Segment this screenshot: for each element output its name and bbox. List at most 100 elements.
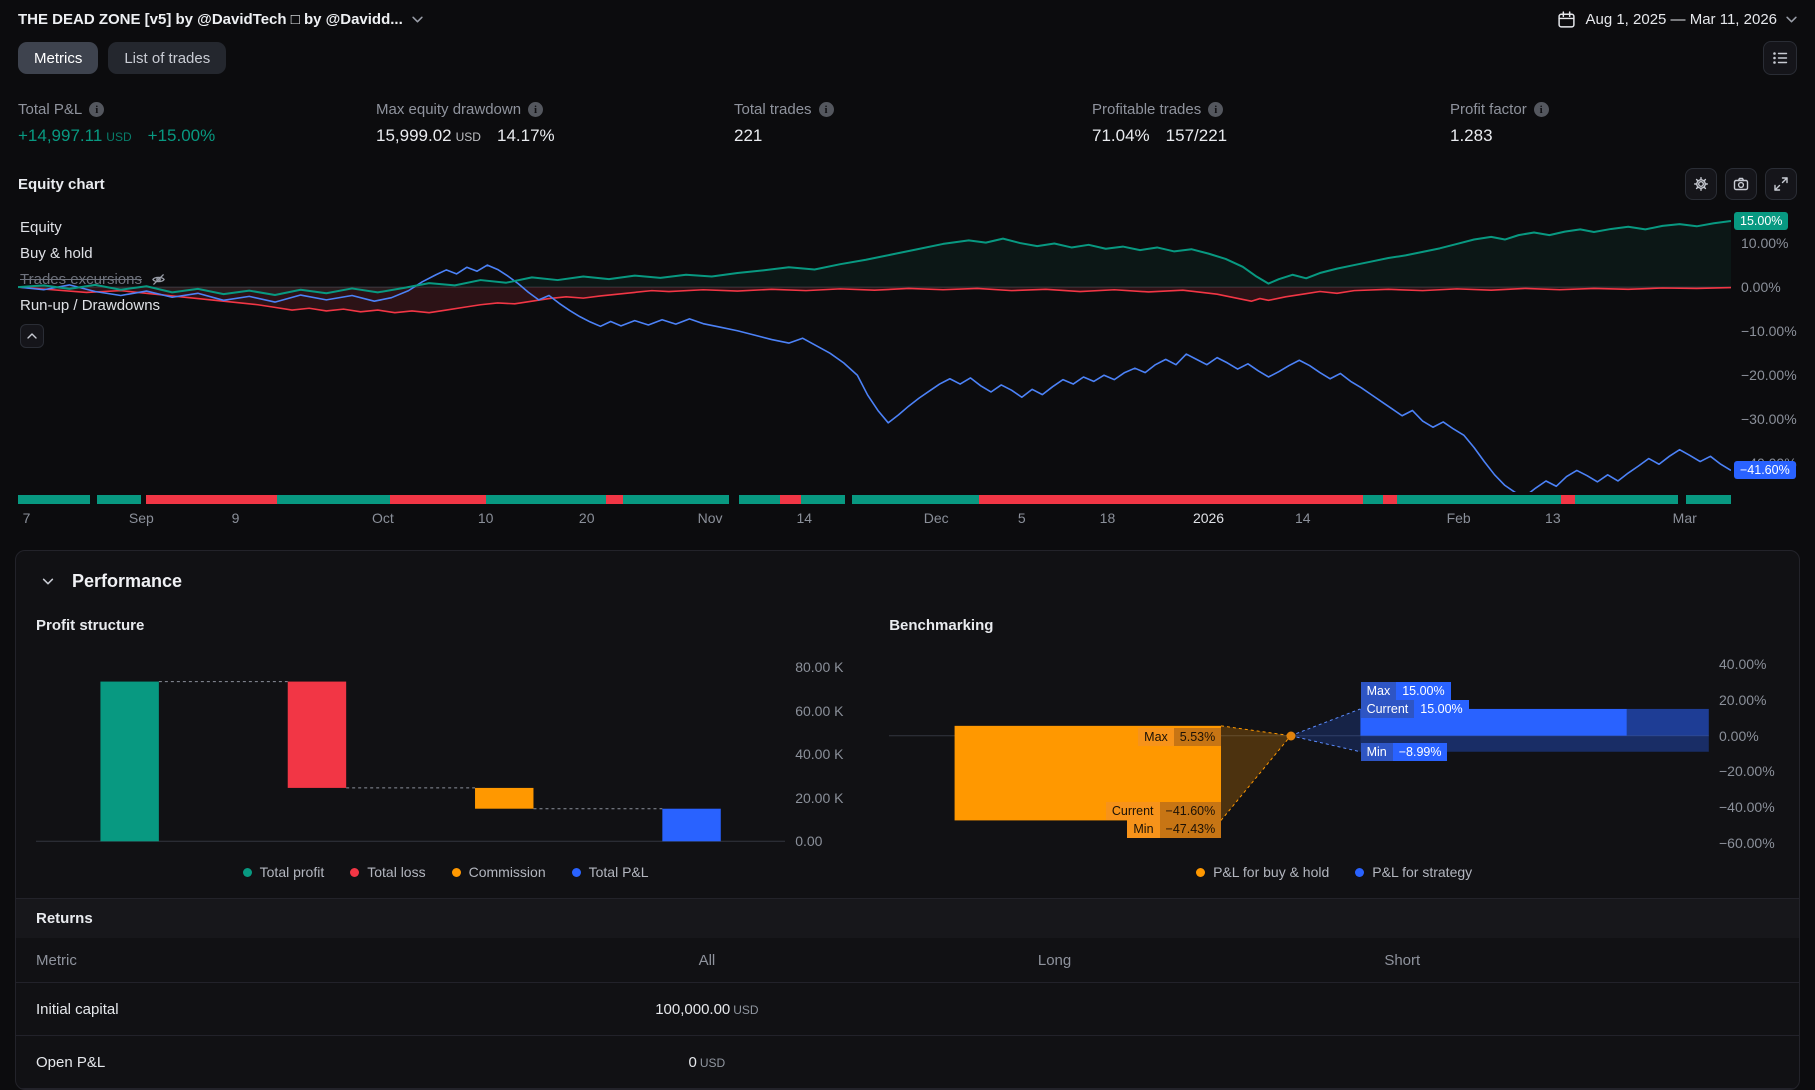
legend-item: Total P&L	[571, 864, 649, 880]
metric-label: Max equity drawdown	[376, 101, 522, 118]
metric-secondary: 157/221	[1165, 126, 1228, 145]
y-axis-tick: −20.00%	[1719, 763, 1775, 780]
stat-chip-min: Min −8.99%	[1360, 742, 1448, 761]
chart-snapshot-button[interactable]	[1725, 168, 1757, 200]
y-axis-tick: 40.00%	[1719, 656, 1767, 673]
info-icon[interactable]: i	[1208, 102, 1224, 117]
collapse-performance-button[interactable]	[36, 569, 60, 593]
info-icon[interactable]: i	[818, 102, 834, 117]
info-icon[interactable]: i	[528, 102, 544, 117]
returns-table-header: Metric All Long Short	[16, 938, 1799, 983]
x-axis-tick: Dec	[923, 510, 949, 526]
y-axis-tick: 20.00%	[1719, 692, 1767, 708]
x-axis-tick: 9	[231, 510, 240, 526]
convergence-dot	[1286, 731, 1296, 741]
x-axis-tick: 5	[1017, 510, 1026, 526]
stat-chip-max: Max 5.53%	[1138, 727, 1222, 746]
period-bar	[729, 495, 739, 504]
chevron-up-icon	[26, 331, 38, 341]
period-performance-strip	[18, 495, 1731, 504]
y-axis-tick: 20.00 K	[795, 789, 844, 806]
x-axis-tick: 13	[1545, 510, 1561, 526]
date-range-label: Aug 1, 2025 — Mar 11, 2026	[1585, 11, 1777, 28]
metric-secondary: +15.00%	[147, 126, 216, 145]
equity-chart-x-axis[interactable]: 7 Sep 9 Oct 10 20 Nov 14 Dec 5 18 2026 14 Feb 13 Mar	[18, 510, 1731, 534]
period-bar	[852, 495, 979, 504]
list-icon	[1771, 49, 1789, 67]
chevron-down-icon	[41, 576, 55, 587]
equity-chart-y-axis[interactable]: 10.00%0.00%−10.00%−20.00%−30.00%−40.00%1…	[1731, 210, 1815, 492]
y-axis-tick: 40.00 K	[795, 746, 844, 763]
report-tabs: Metrics List of trades	[0, 33, 1815, 81]
period-bar	[485, 495, 606, 504]
y-axis-tick: −10.00%	[1741, 323, 1797, 340]
y-axis-tick: 0.00%	[1719, 727, 1759, 744]
legend-item: Commission	[451, 864, 546, 880]
period-bar	[1396, 495, 1562, 504]
metric-profit-factor: Profit factor i 1.283	[1450, 101, 1797, 146]
period-bar	[605, 495, 623, 504]
x-axis-tick: 2026	[1192, 510, 1225, 526]
period-bar	[1686, 495, 1731, 504]
legend-item-runup-drawdowns[interactable]: Run-up / Drawdowns	[20, 292, 166, 318]
collapse-legend-button[interactable]	[20, 324, 44, 348]
legend-item-trades-excursions[interactable]: Trades excursions	[20, 266, 166, 292]
benchmarking-chart[interactable]: Max 5.53% Current −41.60% Min −47.43% Max 15.00…	[889, 650, 1709, 850]
row-value-all: 0 USD	[688, 1053, 726, 1071]
legend-dot	[242, 867, 252, 877]
metric-total-pnl: Total P&L i +14,997.11 USD +15.00%	[18, 101, 376, 146]
chart-maximize-button[interactable]	[1765, 168, 1797, 200]
legend-dot	[1196, 867, 1206, 877]
report-sections-button[interactable]	[1763, 41, 1797, 75]
tab-list-of-trades[interactable]: List of trades	[108, 42, 227, 74]
legend-item-buy-and-hold[interactable]: Buy & hold	[20, 240, 166, 266]
profit-structure-chart[interactable]	[36, 650, 785, 850]
period-bar	[1362, 495, 1384, 504]
table-row-open-pnl[interactable]: Open P&L 0 USD	[16, 1036, 1799, 1089]
y-axis-tick: −40.00%	[1719, 799, 1775, 816]
metric-unit: USD	[106, 130, 132, 144]
metric-total-trades: Total trades i 221	[734, 101, 1092, 146]
x-axis-tick: Feb	[1446, 510, 1471, 526]
period-bar	[146, 495, 277, 504]
y-axis-tick: 10.00%	[1741, 235, 1789, 252]
info-icon[interactable]: i	[1533, 102, 1549, 117]
legend-item-equity[interactable]: Equity	[20, 214, 166, 240]
col-all: All	[698, 951, 716, 969]
x-axis-tick: 7	[22, 510, 31, 526]
info-icon[interactable]: i	[89, 102, 105, 117]
returns-section-title: Returns	[16, 898, 1799, 938]
series-value-badge: −41.60%	[1734, 461, 1796, 480]
metric-label: Total P&L	[18, 101, 83, 118]
y-axis-tick: 0.00%	[1741, 279, 1781, 296]
table-row-initial-capital[interactable]: Initial capital 100,000.00 USD	[16, 983, 1799, 1036]
metric-max-equity-drawdown: Max equity drawdown i 15,999.02 USD 14.17%	[376, 101, 734, 146]
date-range-picker[interactable]: Aug 1, 2025 — Mar 11, 2026	[1557, 10, 1797, 29]
chevron-down-icon	[1786, 16, 1797, 23]
row-metric-label: Open P&L	[36, 1053, 106, 1071]
y-axis-tick: −20.00%	[1741, 367, 1797, 384]
legend-dot	[350, 867, 360, 877]
benchmarking-legend: P&L for buy & hold P&L for strategy	[889, 864, 1779, 880]
metric-secondary: 14.17%	[496, 126, 555, 145]
benchmarking-y-axis: 40.00% 20.00% 0.00% −20.00% −40.00% −60.00%	[1709, 650, 1779, 851]
metric-profitable-trades: Profitable trades i 71.04% 157/221	[1092, 101, 1450, 146]
performance-title: Performance	[72, 570, 183, 591]
series-value-badge: 15.00%	[1734, 212, 1789, 231]
equity-chart-canvas[interactable]: Equity Buy & hold Trades excursions Run-…	[18, 210, 1731, 492]
period-bar	[96, 495, 142, 504]
profit-structure-y-axis: 80.00 K 60.00 K 40.00 K 20.00 K 0.00	[785, 650, 855, 850]
legend-dot	[571, 867, 581, 877]
period-bar	[276, 495, 390, 504]
strategy-title-dropdown[interactable]: THE DEAD ZONE [v5] by @DavidTech □ by @D…	[18, 11, 423, 28]
chart-settings-button[interactable]	[1685, 168, 1717, 200]
x-axis-tick: 10	[477, 510, 494, 526]
tab-metrics[interactable]: Metrics	[18, 42, 99, 74]
period-bar	[1678, 495, 1687, 504]
performance-header: Performance	[16, 551, 1799, 603]
chevron-down-icon	[412, 16, 423, 23]
strategy-title: THE DEAD ZONE [v5] by @DavidTech □ by @D…	[18, 11, 403, 28]
equity-chart-legend: Equity Buy & hold Trades excursions Run-…	[20, 214, 166, 318]
col-long: Long	[1037, 951, 1072, 969]
eye-off-icon[interactable]	[151, 272, 166, 287]
